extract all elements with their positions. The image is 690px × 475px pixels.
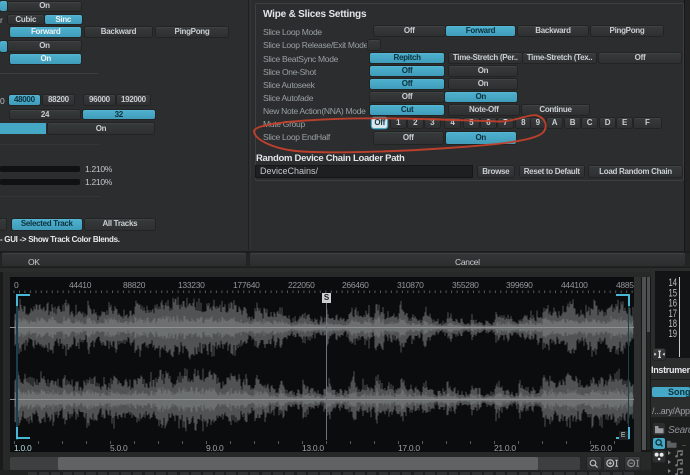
svg-text:19: 19 <box>669 328 678 340</box>
